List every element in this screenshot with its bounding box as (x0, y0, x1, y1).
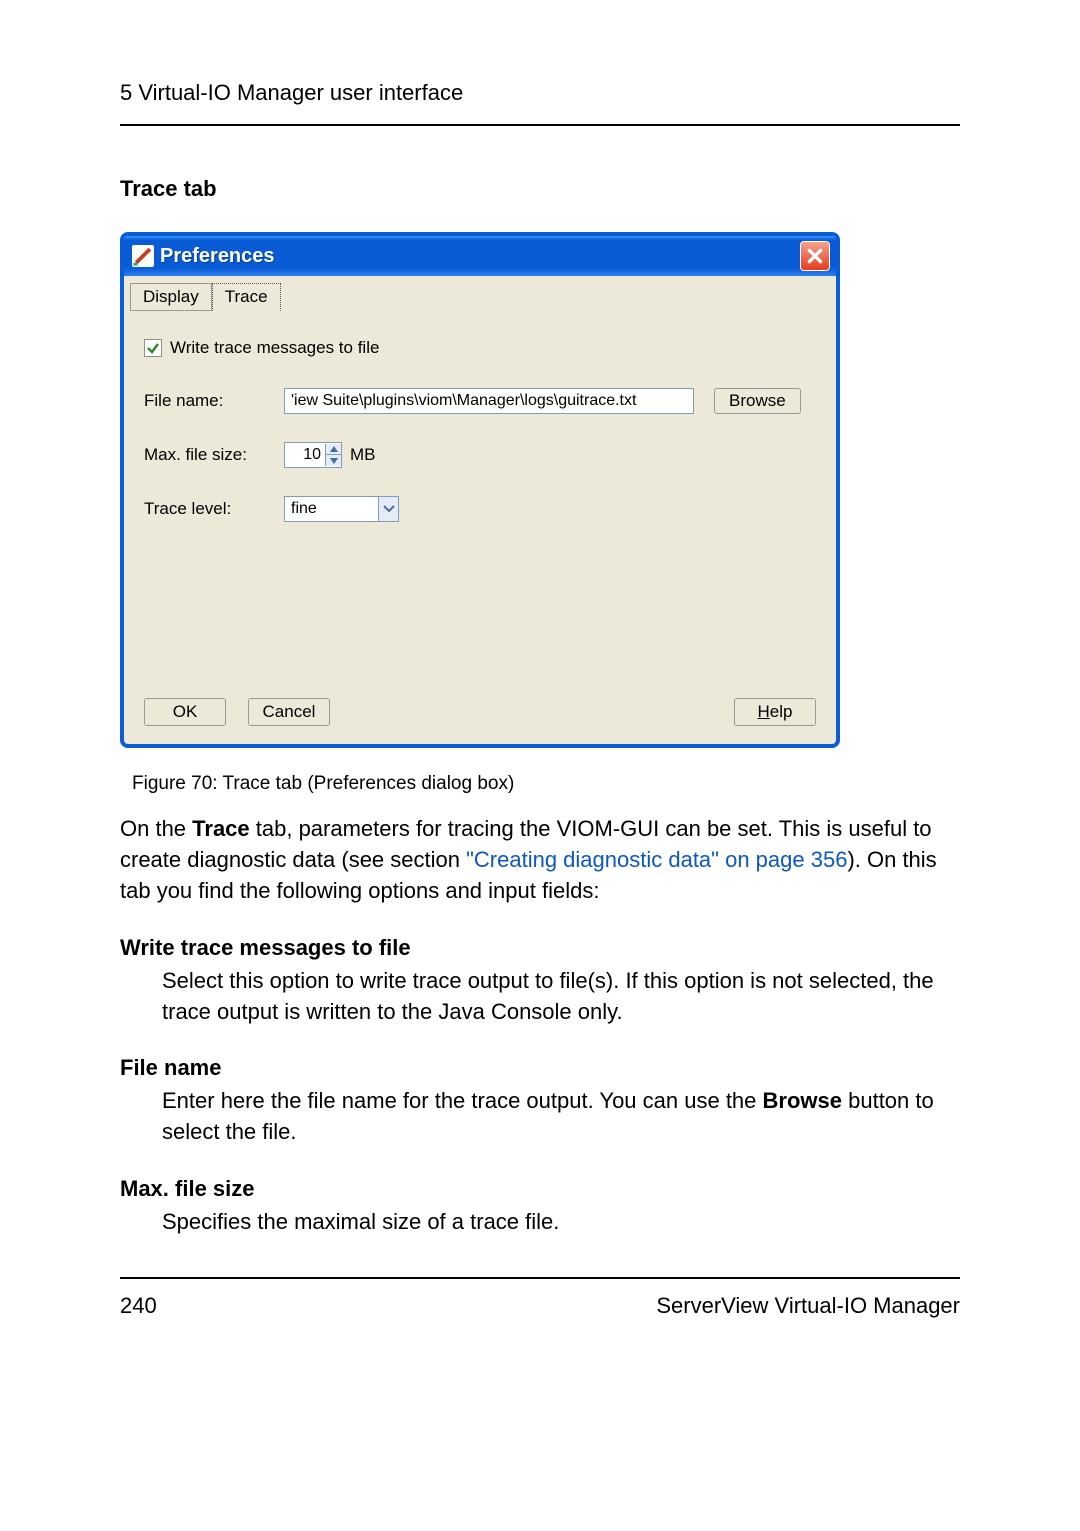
chapter-header: 5 Virtual-IO Manager user interface (120, 80, 960, 126)
cancel-button[interactable]: Cancel (248, 698, 330, 726)
trace-level-combo[interactable]: fine (284, 496, 399, 522)
trace-level-label: Trace level: (144, 499, 284, 519)
max-size-value: 10 (285, 446, 325, 464)
max-size-label: Max. file size: (144, 445, 284, 465)
tab-content: Write trace messages to file File name: … (124, 310, 836, 680)
spinner-up-icon[interactable] (325, 444, 341, 455)
def-max-size-term: Max. file size (120, 1176, 960, 1202)
max-size-unit: MB (350, 445, 376, 465)
diagnostic-data-link[interactable]: "Creating diagnostic data" on page 356 (466, 847, 847, 872)
browse-button[interactable]: Browse (714, 388, 801, 414)
def-max-size-body: Specifies the maximal size of a trace fi… (162, 1206, 960, 1237)
section-title: Trace tab (120, 176, 960, 202)
tabstrip: Display Trace (124, 276, 836, 310)
tab-display[interactable]: Display (130, 283, 212, 311)
def-write-trace-term: Write trace messages to file (120, 935, 960, 961)
chevron-down-icon[interactable] (378, 497, 398, 521)
def-file-name-body: Enter here the file name for the trace o… (162, 1085, 960, 1147)
intro-paragraph: On the Trace tab, parameters for tracing… (120, 813, 960, 907)
def-file-name-term: File name (120, 1055, 960, 1081)
figure-caption: Figure 70: Trace tab (Preferences dialog… (132, 773, 960, 795)
dialog-title: Preferences (160, 245, 275, 268)
preferences-icon (132, 245, 154, 267)
file-name-input[interactable] (284, 388, 694, 414)
max-size-spinner[interactable]: 10 (284, 442, 342, 468)
spinner-down-icon[interactable] (325, 455, 341, 466)
preferences-dialog: Preferences Display Trace Write trace me… (120, 232, 840, 748)
footer-product: ServerView Virtual-IO Manager (656, 1293, 960, 1319)
page-footer: 240 ServerView Virtual-IO Manager (120, 1277, 960, 1319)
page-number: 240 (120, 1293, 157, 1319)
tab-trace[interactable]: Trace (212, 283, 281, 311)
trace-level-value: fine (285, 500, 378, 518)
close-button[interactable] (800, 241, 830, 271)
def-write-trace-body: Select this option to write trace output… (162, 965, 960, 1027)
titlebar: Preferences (124, 236, 836, 276)
write-trace-checkbox[interactable] (144, 339, 162, 357)
help-button[interactable]: Help (734, 698, 816, 726)
dialog-buttons: OK Cancel Help (124, 680, 836, 744)
write-trace-label: Write trace messages to file (170, 338, 379, 358)
file-name-label: File name: (144, 391, 284, 411)
ok-button[interactable]: OK (144, 698, 226, 726)
